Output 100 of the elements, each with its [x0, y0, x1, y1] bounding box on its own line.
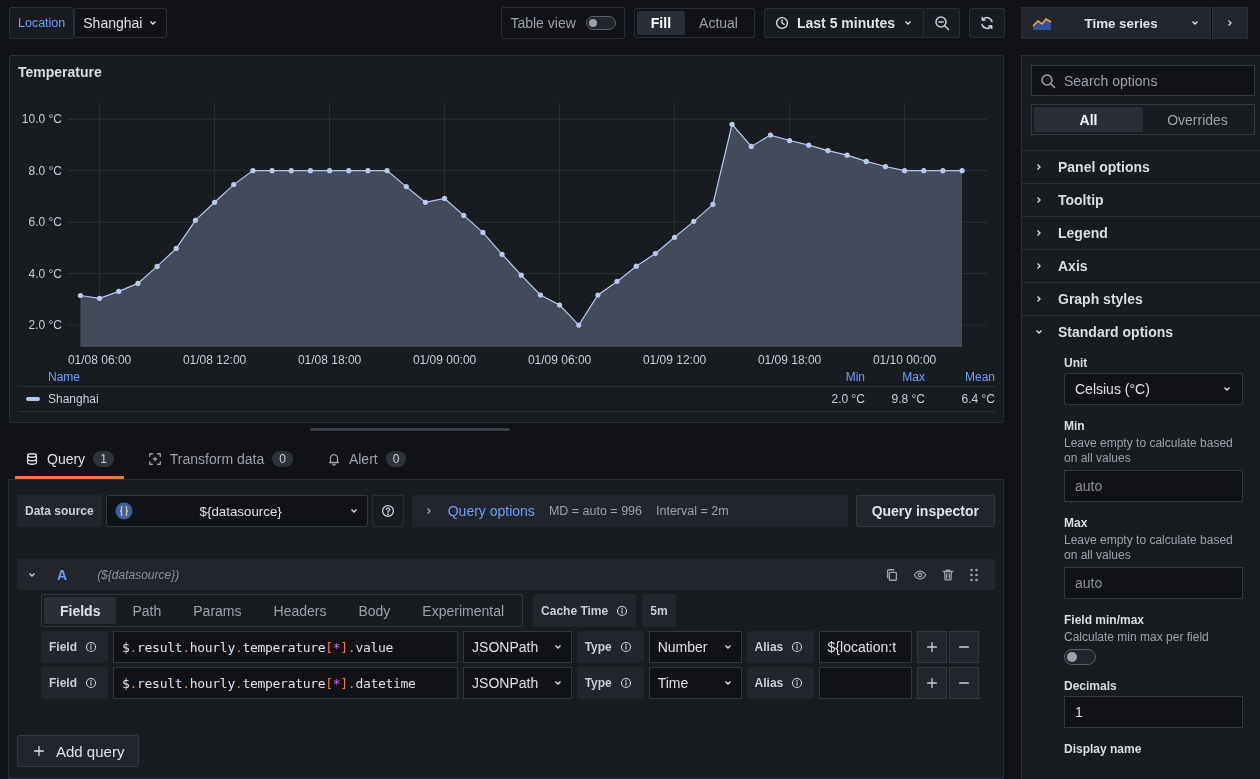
query-options-link[interactable]: Query options	[447, 503, 535, 519]
zoom-out-button[interactable]	[924, 8, 960, 38]
editor-subtab[interactable]: Headers	[257, 597, 343, 624]
trash-icon	[941, 567, 955, 582]
options-tab[interactable]: All	[1034, 107, 1143, 132]
data-point	[614, 278, 620, 284]
field-label: Cache Time	[533, 594, 637, 627]
options-section[interactable]: Graph styles	[1022, 282, 1260, 315]
data-point	[595, 292, 601, 298]
data-point	[652, 250, 658, 257]
editor-subtab[interactable]: Params	[177, 597, 258, 624]
data-point	[825, 147, 831, 154]
add-query-button[interactable]: Add query	[17, 735, 140, 767]
data-point	[307, 168, 313, 174]
refresh-icon	[979, 15, 995, 31]
option-label: Display name	[1064, 742, 1143, 756]
cache-time-value[interactable]: 5m	[642, 594, 676, 627]
refresh-button[interactable]	[969, 8, 1005, 38]
axis-label: 01/09 06:00	[527, 353, 592, 367]
language-select[interactable]: JSONPath	[463, 667, 572, 699]
data-point	[672, 234, 678, 240]
resize-handle[interactable]	[309, 428, 510, 431]
legend-value: 2.0 °C	[830, 392, 865, 406]
data-point	[633, 263, 639, 269]
visualization-picker[interactable]: Time series	[1021, 7, 1212, 39]
fill-mode-option[interactable]: Actual	[685, 11, 752, 35]
options-section[interactable]: Standard options	[1022, 315, 1260, 348]
unit-select[interactable]: Celsius (°C)	[1064, 373, 1243, 405]
fill-mode-option[interactable]: Fill	[636, 11, 686, 35]
option-label: Decimals	[1064, 679, 1118, 693]
legend-header[interactable]: Min	[795, 370, 865, 384]
legend-header[interactable]: Max	[865, 370, 925, 384]
zoom-out-icon	[933, 15, 950, 31]
data-point	[576, 322, 582, 328]
options-section[interactable]: Axis	[1022, 249, 1260, 282]
data-point	[748, 143, 754, 150]
type-select[interactable]: Time	[648, 667, 742, 699]
options-section[interactable]: Tooltip	[1022, 183, 1260, 216]
axis-label: 8.0 °C	[28, 163, 62, 178]
info-icon	[616, 604, 629, 617]
options-section[interactable]: Panel options	[1022, 150, 1260, 183]
query-options-bar[interactable]: Query options MD = auto = 996 Interval = 2m	[411, 495, 848, 527]
panel-title: Temperature	[17, 63, 103, 82]
remove-field-button[interactable]	[948, 631, 979, 663]
editor-tab[interactable]: Transform data 0	[137, 441, 303, 479]
bell-icon	[326, 451, 341, 466]
data-point	[250, 168, 256, 174]
legend-header[interactable]: Mean	[925, 370, 995, 384]
data-point	[288, 168, 294, 174]
data-point	[384, 168, 390, 174]
series-name[interactable]: Shanghai	[48, 392, 99, 406]
search-field[interactable]: Search options	[1031, 65, 1255, 96]
language-select[interactable]: JSONPath	[463, 631, 572, 663]
help-button[interactable]	[371, 495, 404, 527]
option-description: Calculate min max per field	[1064, 630, 1210, 645]
info-icon	[791, 641, 804, 653]
data-point	[499, 251, 505, 257]
axis-label: 01/10 00:00	[872, 353, 937, 367]
switch[interactable]	[585, 16, 616, 30]
editor-subtab[interactable]: Path	[116, 597, 178, 624]
data-point	[959, 168, 965, 174]
data-point	[844, 152, 850, 158]
data-point	[518, 272, 524, 278]
legend-header[interactable]: Name	[48, 370, 795, 384]
data-point	[806, 142, 812, 148]
type-select[interactable]: Number	[648, 631, 742, 663]
info-icon	[619, 641, 632, 653]
input-field[interactable]: auto	[1064, 470, 1243, 502]
add-field-button[interactable]	[916, 667, 947, 699]
remove-field-button[interactable]	[948, 667, 979, 699]
input-field[interactable]: 1	[1064, 696, 1243, 728]
input-field[interactable]: auto	[1064, 567, 1243, 599]
data-point	[212, 199, 218, 205]
option-label: Unit	[1064, 356, 1089, 370]
options-section[interactable]: Legend	[1022, 216, 1260, 249]
variable-select[interactable]: Shanghai	[74, 8, 168, 38]
query-inspector-button[interactable]: Query inspector	[855, 495, 995, 527]
info-icon	[85, 641, 97, 653]
alias-input[interactable]	[818, 667, 912, 699]
data-point	[77, 292, 83, 299]
alias-input[interactable]: ${location:t	[818, 631, 912, 663]
datasource-select[interactable]: ${datasource}	[105, 495, 368, 527]
query-letter[interactable]: A	[57, 566, 68, 583]
editor-subtab[interactable]: Experimental	[406, 597, 521, 624]
data-point	[882, 163, 888, 170]
switch[interactable]	[1064, 649, 1096, 665]
path-input[interactable]: $.result.hourly.temperature[*].value	[113, 631, 459, 663]
editor-subtab[interactable]: Fields	[44, 597, 117, 624]
editor-subtab[interactable]: Body	[342, 597, 407, 624]
data-point	[327, 168, 333, 174]
data-point	[729, 121, 735, 127]
interval-text: Interval = 2m	[656, 504, 729, 518]
datasource-icon	[114, 502, 133, 520]
options-tab[interactable]: Overrides	[1143, 107, 1252, 132]
time-range-picker[interactable]: Last 5 minutes	[763, 8, 924, 38]
editor-tab[interactable]: Alert 0	[316, 441, 417, 479]
table-view-toggle[interactable]: Table view	[501, 7, 625, 39]
path-input[interactable]: $.result.hourly.temperature[*].datetime	[113, 667, 459, 699]
data-point	[787, 137, 793, 144]
add-field-button[interactable]	[916, 631, 947, 663]
